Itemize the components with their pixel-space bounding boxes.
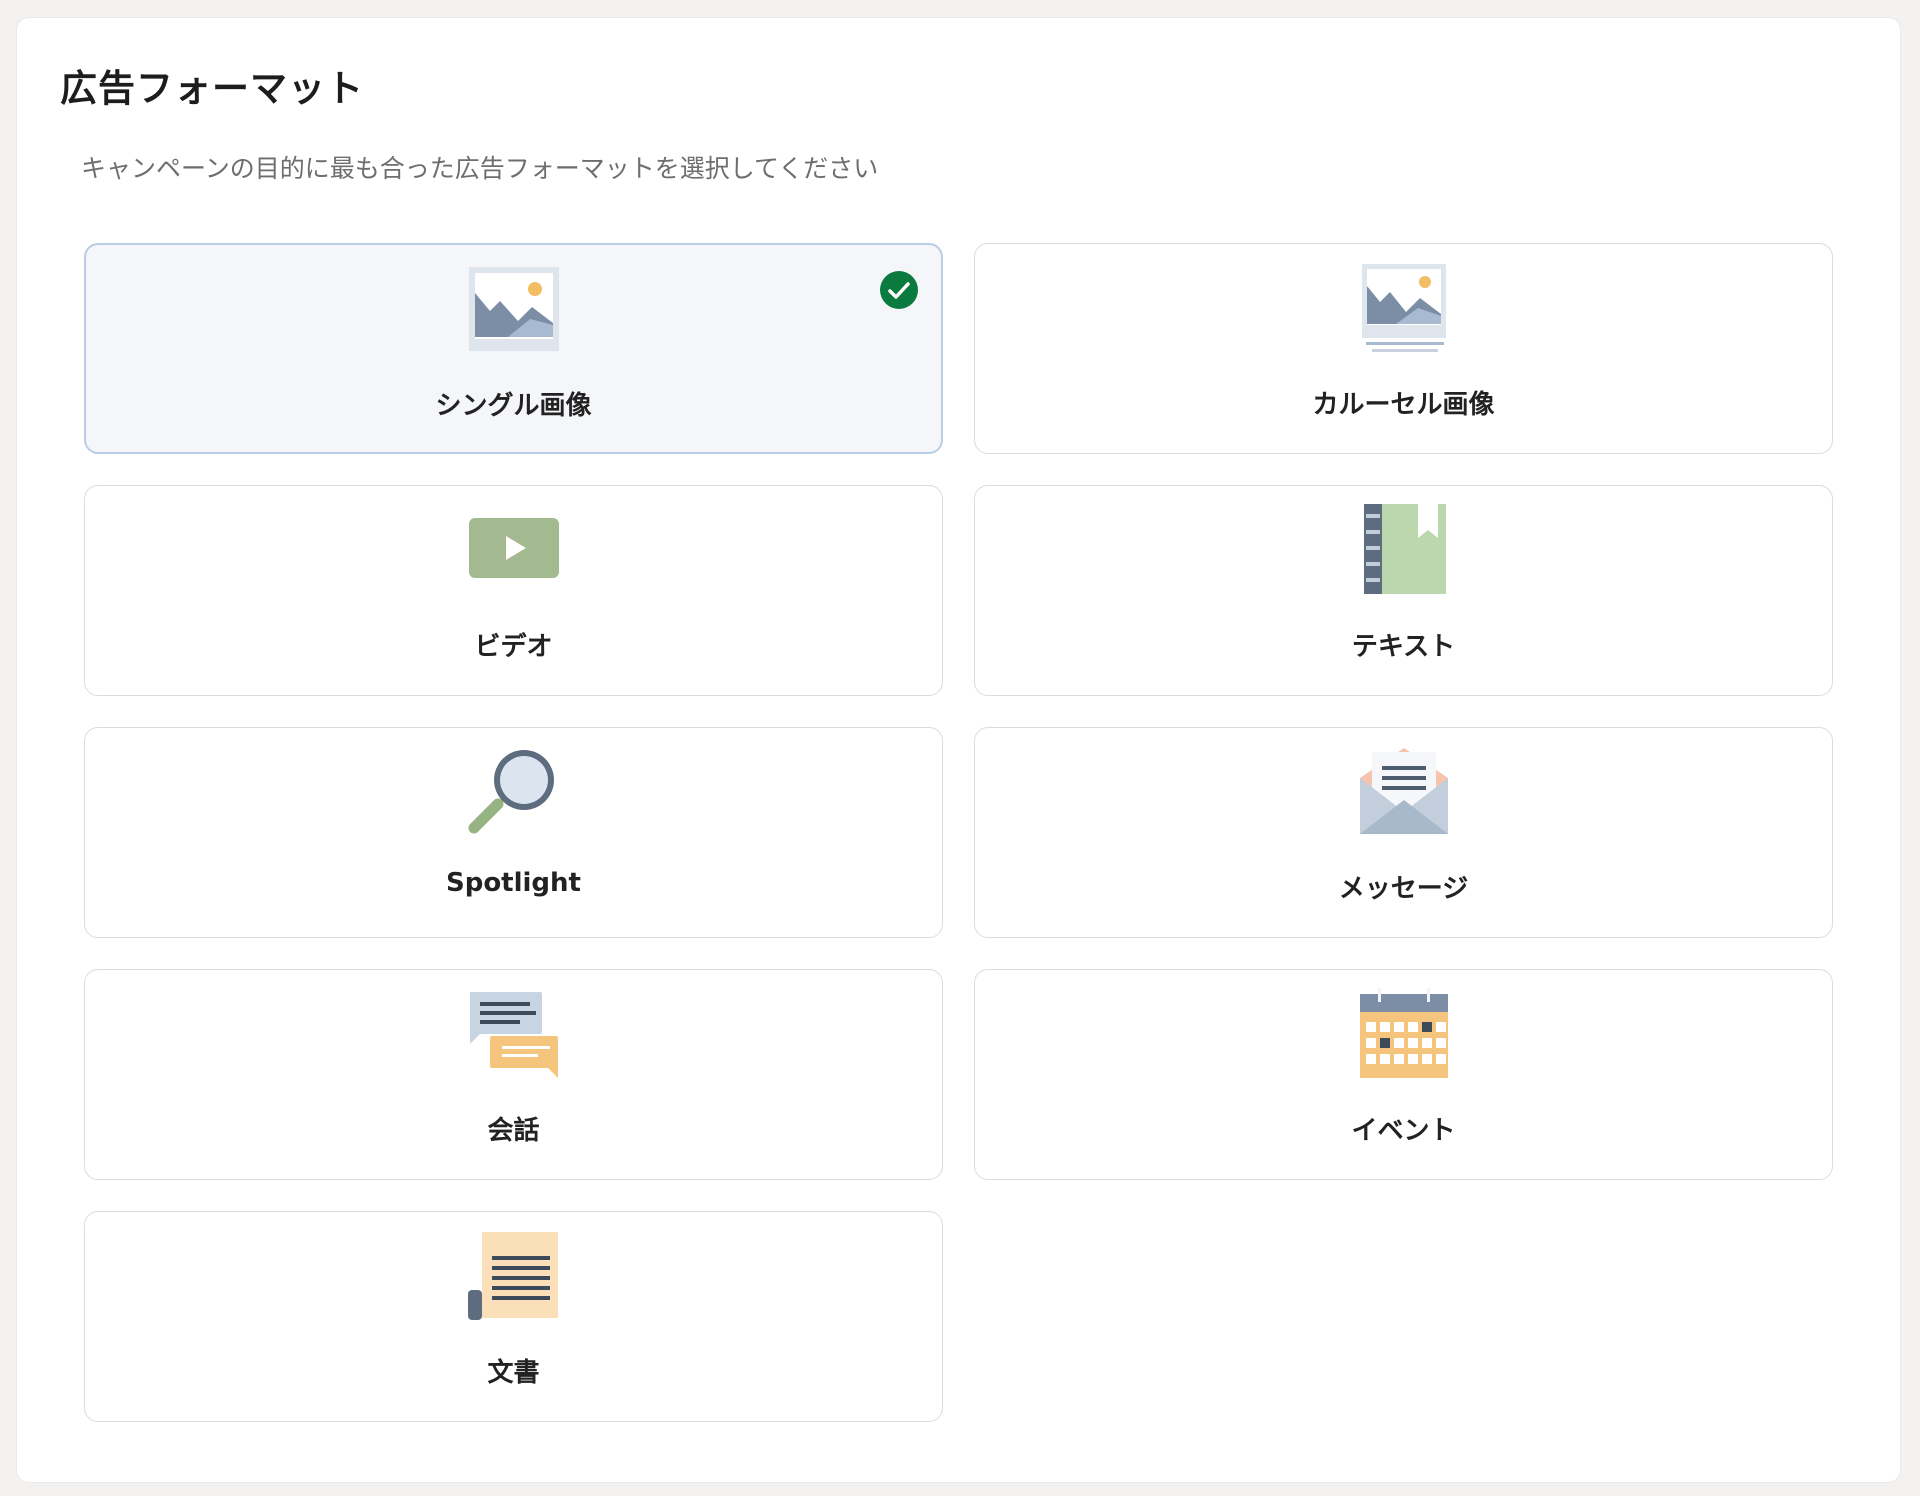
format-label: Spotlight bbox=[445, 868, 581, 898]
format-label: 会話 bbox=[487, 1116, 540, 1146]
format-label: ビデオ bbox=[474, 632, 553, 662]
magnifier-icon bbox=[468, 746, 560, 838]
format-card-video[interactable]: ビデオ bbox=[84, 485, 943, 696]
video-icon bbox=[468, 504, 560, 596]
single-image-icon bbox=[468, 263, 560, 355]
format-label: 文書 bbox=[487, 1358, 540, 1388]
text-notebook-icon bbox=[1358, 504, 1450, 596]
format-label: カルーセル画像 bbox=[1312, 390, 1495, 420]
format-label: メッセージ bbox=[1338, 874, 1469, 904]
chat-bubbles-icon bbox=[468, 988, 560, 1080]
format-card-spotlight[interactable]: Spotlight bbox=[84, 727, 943, 938]
envelope-icon bbox=[1358, 746, 1450, 838]
calendar-icon bbox=[1358, 988, 1450, 1080]
check-circle-icon bbox=[880, 271, 918, 309]
format-card-carousel-image[interactable]: カルーセル画像 bbox=[974, 243, 1833, 454]
format-label: シングル画像 bbox=[435, 391, 592, 421]
format-grid: シングル画像 カルーセル画像 ビデオ テキスト Spotlight メッセージ … bbox=[84, 243, 1834, 1422]
page-subtitle: キャンペーンの目的に最も合った広告フォーマットを選択してください bbox=[81, 154, 879, 183]
document-icon bbox=[467, 1230, 560, 1322]
format-card-event[interactable]: イベント bbox=[974, 969, 1833, 1180]
carousel-image-icon bbox=[1358, 262, 1450, 354]
ad-format-panel: 広告フォーマット キャンペーンの目的に最も合った広告フォーマットを選択してくださ… bbox=[17, 18, 1900, 1482]
format-card-conversation[interactable]: 会話 bbox=[84, 969, 943, 1180]
format-label: イベント bbox=[1351, 1116, 1456, 1146]
format-card-document[interactable]: 文書 bbox=[84, 1211, 943, 1422]
format-card-text[interactable]: テキスト bbox=[974, 485, 1833, 696]
format-card-single-image[interactable]: シングル画像 bbox=[84, 243, 943, 454]
format-label: テキスト bbox=[1351, 632, 1456, 662]
page-title: 広告フォーマット bbox=[60, 67, 364, 110]
format-card-message[interactable]: メッセージ bbox=[974, 727, 1833, 938]
